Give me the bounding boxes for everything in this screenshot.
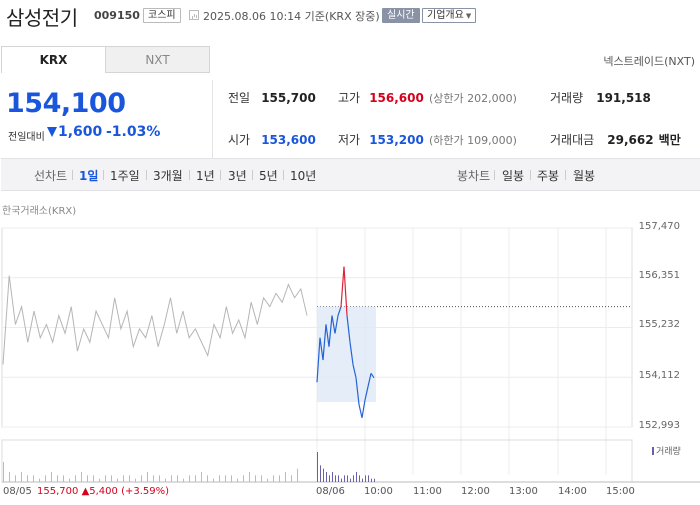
volume-legend-label: 거래량 <box>656 447 681 457</box>
volume-bar <box>213 478 214 482</box>
volume-bar <box>353 475 354 482</box>
x-tick-label: 15:00 <box>606 486 635 497</box>
y-tick-label: 156,351 <box>638 270 680 281</box>
volume-bar <box>75 475 76 482</box>
volume-bar <box>177 475 178 482</box>
x-tick-label: 14:00 <box>558 486 587 497</box>
volume-bar <box>27 475 28 482</box>
volume-legend: 거래량 <box>652 444 681 457</box>
y-tick-label: 154,112 <box>638 370 680 381</box>
volume-bar <box>129 475 130 482</box>
volume-bar <box>374 478 375 482</box>
volume-bar <box>219 475 220 482</box>
volume-bar <box>195 475 196 482</box>
x-tick-label: 12:00 <box>461 486 490 497</box>
volume-bar <box>9 472 10 482</box>
prev-date: 08/05 <box>3 486 32 497</box>
volume-bar <box>341 478 342 482</box>
volume-bar <box>207 475 208 482</box>
volume-bar <box>344 475 345 482</box>
volume-bar <box>15 475 16 482</box>
volume-bar <box>33 475 34 482</box>
series-today-segment <box>340 266 345 307</box>
volume-bar <box>365 475 366 482</box>
prev-price: 155,700 <box>37 486 79 497</box>
volume-bar <box>99 478 100 482</box>
volume-bar <box>362 478 363 482</box>
volume-bar <box>171 475 172 482</box>
prev-day-info: 08/05 155,700 ▲5,400 (+3.59%) <box>3 486 169 497</box>
volume-bar <box>335 475 336 482</box>
x-tick-label: 10:00 <box>364 486 393 497</box>
volume-bar <box>291 475 292 482</box>
series-today-segment <box>358 404 363 418</box>
volume-bar <box>81 472 82 482</box>
volume-bar <box>317 452 318 482</box>
volume-bar <box>237 478 238 482</box>
volume-bar <box>368 475 369 482</box>
volume-bar <box>111 475 112 482</box>
volume-bar <box>123 475 124 482</box>
prev-change: 5,400 <box>89 486 118 497</box>
y-tick-label: 157,470 <box>638 221 680 232</box>
volume-bar <box>159 475 160 482</box>
volume-bar <box>320 465 321 482</box>
volume-bar <box>45 475 46 482</box>
x-tick-label: 13:00 <box>509 486 538 497</box>
volume-bar <box>273 475 274 482</box>
y-tick-label: 155,232 <box>638 319 680 330</box>
volume-bar <box>225 475 226 482</box>
volume-bar <box>359 475 360 482</box>
volume-bar <box>189 475 190 482</box>
y-tick-label: 152,993 <box>638 420 680 431</box>
today-range-shade <box>317 306 376 402</box>
volume-bar <box>87 475 88 482</box>
volume-bar <box>105 475 106 482</box>
volume-bar <box>3 462 4 482</box>
volume-bar <box>371 478 372 482</box>
volume-bar <box>201 472 202 482</box>
volume-bar <box>350 478 351 482</box>
volume-bar <box>153 475 154 482</box>
series-prev-day-line <box>2 275 308 365</box>
volume-bar <box>329 475 330 482</box>
volume-bar <box>267 478 268 482</box>
volume-bar <box>249 472 250 482</box>
volume-bar <box>338 475 339 482</box>
volume-bar <box>356 472 357 482</box>
volume-bar <box>347 475 348 482</box>
volume-bar <box>39 478 40 482</box>
volume-bar <box>147 472 148 482</box>
price-chart <box>1 227 700 483</box>
volume-bar <box>261 475 262 482</box>
volume-bar <box>69 478 70 482</box>
volume-bar <box>255 475 256 482</box>
volume-bar <box>323 468 324 482</box>
volume-bar <box>332 472 333 482</box>
volume-bar <box>297 468 298 482</box>
volume-bar <box>93 475 94 482</box>
volume-bar <box>285 472 286 482</box>
volume-legend-swatch <box>652 447 654 455</box>
volume-bar <box>135 478 136 482</box>
volume-bar <box>51 472 52 482</box>
volume-bar <box>279 475 280 482</box>
volume-bar <box>231 475 232 482</box>
volume-bar <box>183 478 184 482</box>
x-tick-label: 11:00 <box>413 486 442 497</box>
volume-bar <box>243 475 244 482</box>
volume-bar <box>326 472 327 482</box>
volume-bar <box>165 478 166 482</box>
prev-change-pct: (+3.59%) <box>121 486 170 497</box>
volume-bar <box>21 472 22 482</box>
volume-bar <box>141 475 142 482</box>
volume-bar <box>117 478 118 482</box>
volume-bar <box>63 475 64 482</box>
x-tick-label: 08/06 <box>316 486 345 497</box>
volume-bar <box>57 475 58 482</box>
